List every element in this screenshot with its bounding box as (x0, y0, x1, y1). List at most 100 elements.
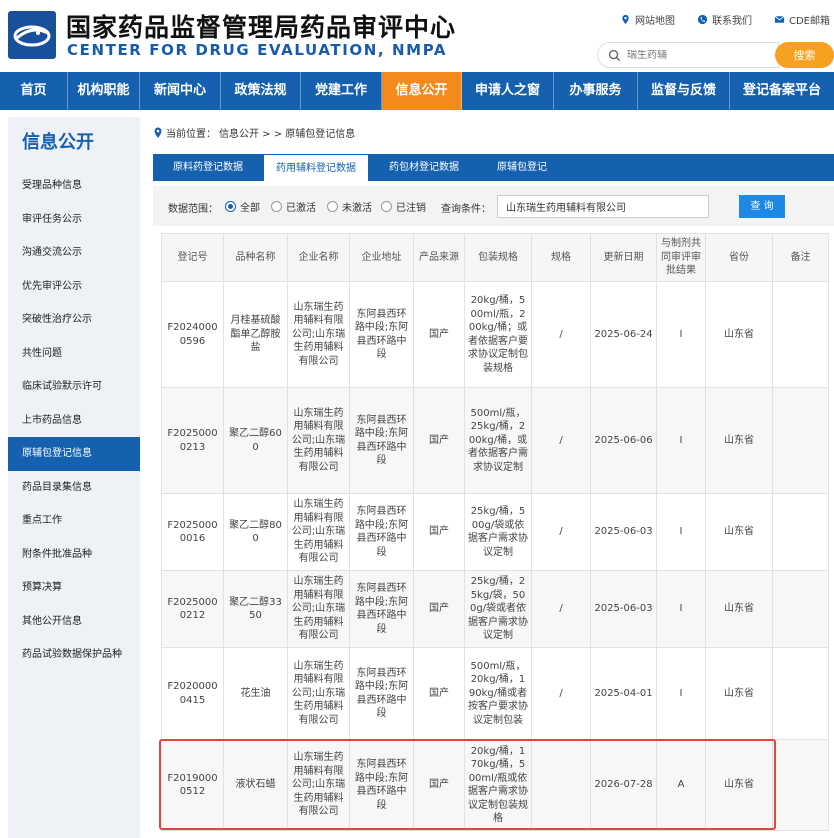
cell-address: 东阿县西环路中段;东阿县西环路中段 (349, 387, 414, 494)
sidebar-item-communication[interactable]: 沟通交流公示 (8, 236, 140, 270)
top-links: 网站地图 联系我们 CDE邮箱 (620, 12, 830, 27)
search-box (597, 42, 779, 68)
sidebar-item-budget[interactable]: 预算决算 (8, 571, 140, 605)
nav-services[interactable]: 办事服务 (554, 72, 638, 110)
tab-packaging-data[interactable]: 药包材登记数据 (369, 154, 479, 181)
cell-product-name: 月桂基硫酸酯单乙醇胺盐 (223, 281, 288, 388)
cell-update-date: 2025-06-24 (590, 281, 657, 388)
mail-label: CDE邮箱 (788, 16, 830, 27)
cell-update-date: 2026-07-28 (590, 739, 657, 831)
cell-province: 山东省 (705, 570, 773, 648)
col-review-result: 与制剂共同审评审批结果 (656, 233, 706, 282)
map-pin-icon (622, 14, 629, 25)
cell-product-name: 聚乙二醇3350 (223, 570, 288, 648)
table-row[interactable]: F20240000596 月桂基硫酸酯单乙醇胺盐 山东瑞生药用辅料有限公司;山东瑞生… (161, 281, 829, 388)
cell-reg-no: F20250000213 (161, 387, 224, 494)
search-button[interactable]: 搜索 (775, 42, 834, 68)
nav-registration[interactable]: 登记备案平台 (730, 72, 834, 110)
nav-policy[interactable]: 政策法规 (221, 72, 301, 110)
sitemap-link[interactable]: 网站地图 (620, 12, 675, 27)
cell-company: 山东瑞生药用辅料有限公司;山东瑞生药用辅料有限公司 (287, 647, 350, 740)
sidebar-item-clinical-trials[interactable]: 临床试验默示许可 (8, 370, 140, 404)
sidebar-item-priority[interactable]: 优先审评公示 (8, 270, 140, 304)
cell-province: 山东省 (705, 739, 773, 831)
cell-source: 国产 (413, 493, 465, 571)
cell-source: 国产 (413, 647, 465, 740)
contact-link[interactable]: 联系我们 (697, 12, 752, 27)
table-row[interactable]: F20250000212 聚乙二醇3350 山东瑞生药用辅料有限公司;山东瑞生药用辅… (161, 570, 829, 648)
cell-reg-no: F20190000512 (161, 739, 224, 831)
cell-packaging: 25kg/桶，25kg/袋，500g/袋或者依据客户需求协议定制 (464, 570, 532, 648)
cell-remarks (772, 570, 829, 648)
scope-cancelled-radio[interactable]: 已注销 (381, 199, 426, 214)
table-row[interactable]: F20250000016 聚乙二醇800 山东瑞生药用辅料有限公司;山东瑞生药用辅料… (161, 493, 829, 571)
cell-province: 山东省 (705, 387, 773, 494)
cell-remarks (772, 281, 829, 388)
nav-functions[interactable]: 机构职能 (68, 72, 140, 110)
breadcrumb-prefix: 当前位置： (166, 129, 216, 140)
sidebar-item-common-issues[interactable]: 共性问题 (8, 337, 140, 371)
cell-product-name: 花生油 (223, 647, 288, 740)
cell-remarks (772, 493, 829, 571)
cell-remarks (772, 387, 829, 494)
cell-update-date: 2025-06-03 (590, 493, 657, 571)
scope-inactive-radio[interactable]: 未激活 (327, 199, 372, 214)
query-input[interactable] (497, 195, 709, 218)
nav-info-public[interactable]: 信息公开 (382, 72, 462, 110)
filter-bar: 数据范围： 全部 已激活 未激活 已注销 查询条件： 查 询 (153, 186, 834, 226)
tab-api-data[interactable]: 原料药登记数据 (153, 154, 263, 181)
nav-applicant[interactable]: 申请人之窗 (462, 72, 554, 110)
sidebar-item-key-work[interactable]: 重点工作 (8, 504, 140, 538)
sidebar-item-data-protection[interactable]: 药品试验数据保护品种 (8, 638, 140, 672)
table-row[interactable]: F20190000512 液状石蜡 山东瑞生药用辅料有限公司;山东瑞生药用辅料有限公… (161, 739, 829, 831)
site-title-cn: 国家药品监督管理局药品审评中心 (66, 13, 457, 42)
cell-reg-no: F20200000415 (161, 647, 224, 740)
sidebar-item-accepted[interactable]: 受理品种信息 (8, 169, 140, 203)
cell-company: 山东瑞生药用辅料有限公司;山东瑞生药用辅料有限公司 (287, 281, 350, 388)
scope-active-label: 已激活 (286, 203, 316, 214)
sidebar-item-review-tasks[interactable]: 审评任务公示 (8, 203, 140, 237)
cell-source: 国产 (413, 387, 465, 494)
scope-all-radio[interactable]: 全部 (225, 199, 260, 214)
sidebar-item-catalog[interactable]: 药品目录集信息 (8, 471, 140, 505)
query-label: 查询条件： (441, 204, 491, 215)
search-input[interactable] (627, 49, 767, 61)
table-row[interactable]: F20250000213 聚乙二醇600 山东瑞生药用辅料有限公司;山东瑞生药用辅料… (161, 387, 829, 494)
registration-table: 登记号 品种名称 企业名称 企业地址 产品来源 包装规格 规格 更新日期 与制剂… (161, 233, 829, 831)
nav-party[interactable]: 党建工作 (301, 72, 382, 110)
cell-spec: / (531, 647, 591, 740)
tab-combined-registration[interactable]: 原辅包登记 (479, 154, 565, 181)
cell-company: 山东瑞生药用辅料有限公司;山东瑞生药用辅料有限公司 (287, 387, 350, 494)
sidebar-item-breakthrough[interactable]: 突破性治疗公示 (8, 303, 140, 337)
scope-inactive-label: 未激活 (342, 203, 372, 214)
cell-spec (531, 739, 591, 831)
nav-feedback[interactable]: 监督与反馈 (638, 72, 730, 110)
cell-source: 国产 (413, 570, 465, 648)
cell-province: 山东省 (705, 493, 773, 571)
cell-address: 东阿县西环路中段;东阿县西环路中段 (349, 570, 414, 648)
sidebar-item-conditional[interactable]: 附条件批准品种 (8, 538, 140, 572)
cell-reg-no: F20250000016 (161, 493, 224, 571)
breadcrumb-path[interactable]: 信息公开 > > 原辅包登记信息 (219, 125, 355, 140)
cell-review-result: I (656, 570, 706, 648)
search-icon (608, 49, 621, 61)
query-button[interactable]: 查 询 (739, 195, 785, 218)
cell-product-name: 聚乙二醇800 (223, 493, 288, 571)
nmpa-logo-icon[interactable] (8, 11, 56, 59)
mail-link[interactable]: CDE邮箱 (774, 12, 830, 27)
nav-home[interactable]: 首页 (0, 72, 68, 110)
nav-news[interactable]: 新闻中心 (140, 72, 221, 110)
sidebar-item-other[interactable]: 其他公开信息 (8, 605, 140, 639)
radio-dot (327, 201, 338, 212)
sidebar-item-api-registration[interactable]: 原辅包登记信息 (8, 437, 140, 471)
tab-excipient-data[interactable]: 药用辅料登记数据 (263, 154, 369, 181)
cell-packaging: 500ml/瓶，25kg/桶，200kg/桶，或者依据客户需求协议定制 (464, 387, 532, 494)
scope-active-radio[interactable]: 已激活 (271, 199, 316, 214)
sidebar-item-marketed-drugs[interactable]: 上市药品信息 (8, 404, 140, 438)
cell-review-result: I (656, 387, 706, 494)
cell-packaging: 500ml/瓶，20kg/桶，190kg/桶或者按客户要求协议定制包装 (464, 647, 532, 740)
cell-product-name: 液状石蜡 (223, 739, 288, 831)
table-row[interactable]: F20200000415 花生油 山东瑞生药用辅料有限公司;山东瑞生药用辅料有限公司… (161, 647, 829, 740)
col-source: 产品来源 (413, 233, 465, 282)
cell-spec: / (531, 281, 591, 388)
